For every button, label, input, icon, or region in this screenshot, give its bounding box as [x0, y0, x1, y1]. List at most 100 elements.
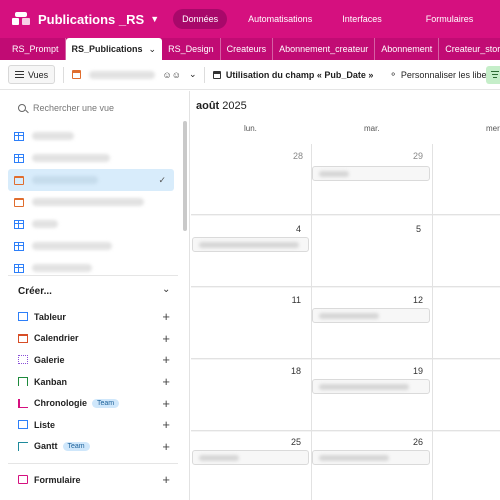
plus-icon[interactable]: +	[162, 374, 170, 389]
plus-icon[interactable]: +	[162, 331, 170, 346]
grid-icon	[14, 241, 24, 251]
sidebar-scrollbar[interactable]	[183, 121, 187, 231]
plus-icon[interactable]: +	[162, 352, 170, 367]
plus-icon[interactable]: +	[162, 472, 170, 487]
tab-rs-publications[interactable]: RS_Publications ⌄	[65, 38, 163, 60]
create-timeline-view[interactable]: Chronologie Team +	[18, 392, 178, 414]
create-item-label: Tableur	[34, 311, 66, 322]
day-number: 4	[295, 224, 301, 234]
calendar-event[interactable]	[192, 237, 309, 252]
tab-rs-prompt[interactable]: RS_Prompt	[0, 38, 66, 60]
view-item[interactable]	[8, 191, 174, 213]
chevron-down-icon[interactable]: ⌄	[189, 69, 197, 80]
current-view-selector[interactable]: ☺☺ ⌄	[71, 69, 197, 80]
column-divider	[432, 144, 433, 500]
plus-icon[interactable]: +	[162, 417, 170, 432]
day-number: 26	[412, 437, 423, 447]
calendar-cell[interactable]	[433, 432, 500, 500]
calendar-event[interactable]	[312, 166, 430, 181]
create-list-view[interactable]: Liste +	[18, 414, 178, 436]
month-name: août	[196, 100, 220, 112]
calendar-cell[interactable]	[433, 144, 500, 215]
view-name-redacted	[32, 132, 74, 140]
view-name-redacted	[32, 264, 92, 272]
create-heading[interactable]: Créer...	[18, 286, 52, 297]
calendar-icon	[18, 333, 28, 343]
day-number: 11	[291, 295, 301, 305]
view-item-selected[interactable]: ✓	[8, 169, 174, 191]
view-item[interactable]	[8, 125, 174, 147]
view-search[interactable]: Rechercher une vue	[18, 103, 114, 113]
calendar-cell[interactable]	[433, 288, 500, 359]
base-title[interactable]: Publications _RS	[38, 12, 144, 27]
field-usage-label: Utilisation du champ « Pub_Date »	[225, 69, 374, 80]
calendar-cell[interactable]	[433, 216, 500, 287]
menu-icon	[15, 71, 24, 78]
table-icon	[18, 312, 28, 322]
tab-createur-story[interactable]: Createur_story	[439, 38, 500, 60]
top-bar: Publications _RS ▼ Données Automatisatio…	[0, 0, 500, 38]
tab-label: RS_Publications	[71, 44, 143, 54]
view-item[interactable]	[8, 213, 174, 235]
airtable-logo-icon[interactable]	[12, 12, 30, 26]
people-icon[interactable]: ☺☺	[163, 70, 181, 80]
day-number: 5	[415, 224, 421, 234]
day-number: 18	[290, 366, 301, 376]
view-item[interactable]	[8, 235, 174, 257]
day-number: 25	[290, 437, 301, 447]
nav-automatisations[interactable]: Automatisations	[239, 9, 321, 29]
calendar-event[interactable]	[192, 450, 309, 465]
create-calendar-view[interactable]: Calendrier +	[18, 328, 178, 350]
day-number: 28	[292, 151, 303, 161]
plus-icon[interactable]: +	[162, 439, 170, 454]
grid-icon	[14, 153, 24, 163]
chevron-down-icon[interactable]: ⌄	[149, 44, 157, 54]
search-placeholder: Rechercher une vue	[33, 103, 115, 113]
gallery-icon	[18, 355, 28, 365]
create-view-list: Tableur + Calendrier + Galerie + Kanban …	[18, 306, 178, 457]
tab-createurs[interactable]: Createurs	[221, 38, 274, 60]
table-tabs: RS_Prompt RS_Publications ⌄ RS_Design Cre…	[0, 38, 500, 60]
day-header-mon: lun.	[244, 124, 257, 133]
view-item[interactable]	[8, 147, 174, 169]
create-item-label: Gantt	[34, 441, 58, 452]
view-name-redacted	[32, 176, 98, 184]
calendar-event[interactable]	[312, 450, 430, 465]
view-name-redacted	[32, 242, 112, 250]
plus-icon[interactable]: +	[162, 396, 170, 411]
create-form-view[interactable]: Formulaire +	[18, 469, 178, 491]
nav-interfaces[interactable]: Interfaces	[333, 9, 391, 29]
tab-rs-design[interactable]: RS_Design	[162, 38, 221, 60]
calendar-event[interactable]	[312, 379, 430, 394]
views-toggle-button[interactable]: Vues	[8, 65, 56, 84]
customize-labels-button[interactable]: ⚬ Personnaliser les libellés	[389, 69, 500, 80]
team-badge: Team	[92, 398, 120, 408]
create-gallery-view[interactable]: Galerie +	[18, 349, 178, 371]
calendar-icon	[14, 197, 24, 207]
nav-donnees[interactable]: Données	[173, 9, 228, 29]
filter-button[interactable]	[486, 66, 500, 84]
chevron-down-icon[interactable]: ⌄	[162, 284, 170, 295]
tab-abonnement[interactable]: Abonnement	[375, 38, 440, 60]
calendar-icon	[14, 175, 24, 185]
create-item-label: Chronologie	[34, 398, 87, 409]
create-kanban-view[interactable]: Kanban +	[18, 371, 178, 393]
nav-formulaires[interactable]: Formulaires	[417, 9, 483, 29]
year: 2025	[222, 100, 247, 112]
list-icon	[18, 420, 28, 430]
create-table-view[interactable]: Tableur +	[18, 306, 178, 328]
calendar-cell[interactable]	[433, 360, 500, 431]
field-usage-button[interactable]: Utilisation du champ « Pub_Date »	[212, 69, 374, 80]
calendar-icon	[71, 70, 81, 79]
chevron-down-icon[interactable]: ▼	[150, 14, 159, 24]
plus-icon[interactable]: +	[162, 309, 170, 324]
calendar-event[interactable]	[312, 308, 430, 323]
tab-abonnement-createur[interactable]: Abonnement_createur	[273, 38, 376, 60]
views-list: ✓	[8, 125, 174, 279]
view-name-redacted	[32, 198, 144, 206]
create-item-label: Kanban	[34, 376, 68, 387]
gantt-icon	[18, 441, 28, 451]
divider	[8, 463, 178, 464]
create-gantt-view[interactable]: Gantt Team +	[18, 436, 178, 458]
view-name-redacted	[32, 154, 110, 162]
